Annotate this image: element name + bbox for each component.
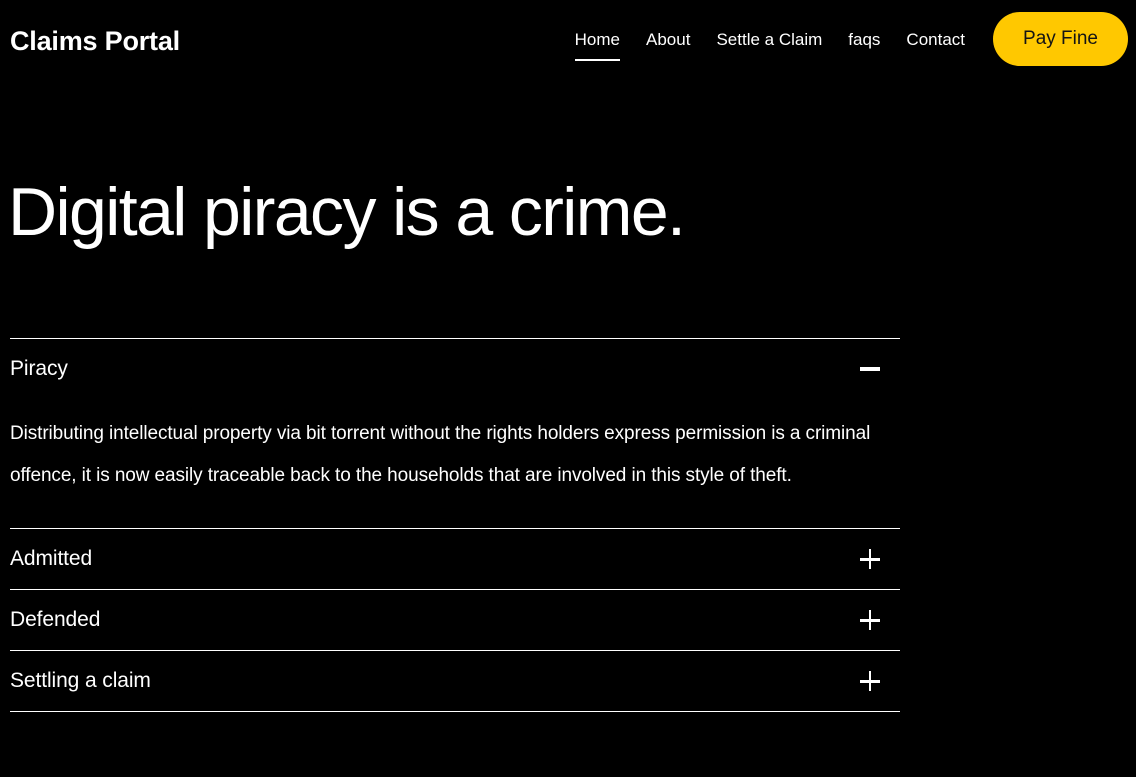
page-root: Claims Portal Home About Settle a Claim … <box>0 0 1136 777</box>
plus-icon[interactable] <box>859 609 881 631</box>
accordion-header-admitted[interactable]: Admitted <box>10 529 900 589</box>
pay-fine-button[interactable]: Pay Fine <box>993 12 1128 66</box>
accordion-header-settling-a-claim[interactable]: Settling a claim <box>10 651 900 711</box>
accordion-item-admitted: Admitted <box>10 528 900 589</box>
plus-icon[interactable] <box>859 670 881 692</box>
faq-accordion: Piracy Distributing intellectual propert… <box>10 338 900 712</box>
nav-link-contact[interactable]: Contact <box>906 26 965 61</box>
nav-link-home[interactable]: Home <box>574 26 621 61</box>
nav-link-about[interactable]: About <box>646 26 690 61</box>
accordion-label-admitted: Admitted <box>10 547 93 570</box>
accordion-panel-piracy: Distributing intellectual property via b… <box>10 399 900 528</box>
accordion-header-defended[interactable]: Defended <box>10 590 900 650</box>
accordion-item-defended: Defended <box>10 589 900 650</box>
plus-icon[interactable] <box>859 548 881 570</box>
nav-link-faqs[interactable]: faqs <box>848 26 880 61</box>
accordion-label-piracy: Piracy <box>10 357 68 380</box>
accordion-item-settling-a-claim: Settling a claim <box>10 650 900 712</box>
nav-link-settle-a-claim[interactable]: Settle a Claim <box>716 26 822 61</box>
accordion-label-defended: Defended <box>10 608 101 631</box>
accordion-label-settling-a-claim: Settling a claim <box>10 669 151 692</box>
accordion-header-piracy[interactable]: Piracy <box>10 339 900 399</box>
page-title: Digital piracy is a crime. <box>8 174 686 250</box>
main-navigation: Home About Settle a Claim faqs Contact P… <box>574 12 1128 74</box>
minus-icon[interactable] <box>859 358 881 380</box>
brand-logo[interactable]: Claims Portal <box>10 24 180 58</box>
site-header: Claims Portal Home About Settle a Claim … <box>0 0 1136 80</box>
accordion-body-piracy: Distributing intellectual property via b… <box>10 423 871 486</box>
accordion-item-piracy: Piracy Distributing intellectual propert… <box>10 338 900 528</box>
